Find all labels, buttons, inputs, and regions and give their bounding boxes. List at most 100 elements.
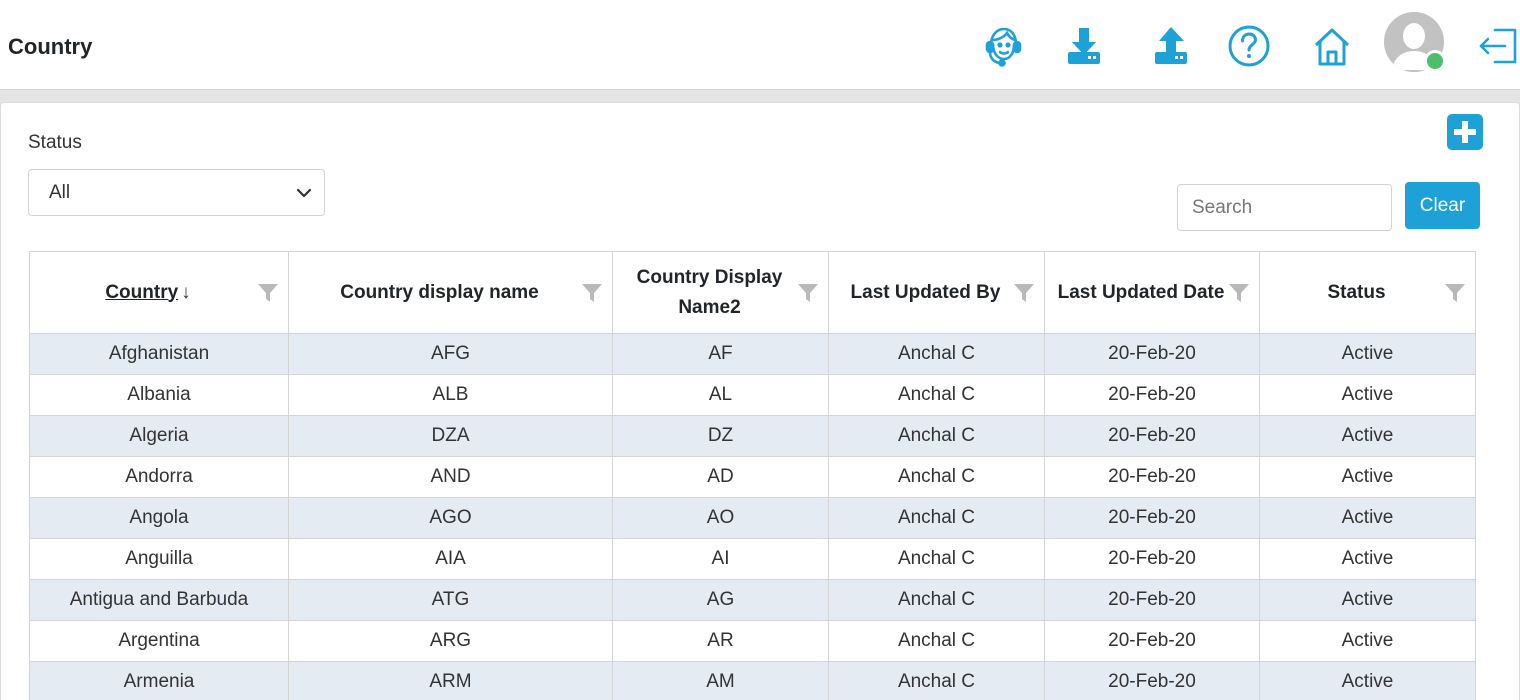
cell-display-name: DZA xyxy=(288,415,613,457)
cell-updated-date: 20-Feb-20 xyxy=(1044,497,1260,539)
cell-display-name: AFG xyxy=(288,333,613,375)
cell-display-name2: AL xyxy=(612,374,829,416)
country-table: Country ↓ Country display name Country Di… xyxy=(29,251,1476,700)
cell-display-name2: AM xyxy=(612,661,829,700)
cell-updated-date: 20-Feb-20 xyxy=(1044,661,1260,700)
cell-country: Antigua and Barbuda xyxy=(29,579,289,621)
cell-display-name2: AO xyxy=(612,497,829,539)
cell-updated-date: 20-Feb-20 xyxy=(1044,538,1260,580)
column-header-status[interactable]: Status xyxy=(1259,251,1476,334)
cell-updated-by: Anchal C xyxy=(828,333,1045,375)
cell-country: Anguilla xyxy=(29,538,289,580)
status-filter-label: Status xyxy=(28,132,82,153)
cell-updated-by: Anchal C xyxy=(828,374,1045,416)
column-header-label: Last Updated Date xyxy=(1057,281,1225,303)
status-filter-value: All xyxy=(49,181,71,203)
sort-descending-icon: ↓ xyxy=(181,281,191,303)
filter-icon[interactable] xyxy=(582,284,602,302)
cell-updated-date: 20-Feb-20 xyxy=(1044,333,1260,375)
top-header: Country xyxy=(0,0,1520,90)
table-row[interactable]: Antigua and Barbuda ATG AG Anchal C 20-F… xyxy=(29,579,1476,621)
cell-display-name2: AD xyxy=(612,456,829,498)
cell-status: Active xyxy=(1259,497,1476,539)
cell-country: Armenia xyxy=(29,661,289,700)
cell-country: Andorra xyxy=(29,456,289,498)
cell-updated-date: 20-Feb-20 xyxy=(1044,374,1260,416)
cell-updated-date: 20-Feb-20 xyxy=(1044,456,1260,498)
column-header-label[interactable]: Country xyxy=(105,282,178,303)
column-header-last-updated-by[interactable]: Last Updated By xyxy=(828,251,1045,334)
cell-country: Angola xyxy=(29,497,289,539)
add-country-button[interactable] xyxy=(1447,114,1483,150)
upload-icon[interactable] xyxy=(1145,20,1197,72)
cell-updated-by: Anchal C xyxy=(828,538,1045,580)
table-header-row: Country ↓ Country display name Country Di… xyxy=(29,251,1476,334)
cell-display-name: ARG xyxy=(288,620,613,662)
column-header-label: Country display name xyxy=(340,281,539,303)
logout-icon[interactable] xyxy=(1472,20,1520,72)
table-row[interactable]: Angola AGO AO Anchal C 20-Feb-20 Active xyxy=(29,497,1476,539)
cell-display-name2: AI xyxy=(612,538,829,580)
cell-display-name2: AR xyxy=(612,620,829,662)
column-header-country[interactable]: Country ↓ xyxy=(29,251,289,334)
cell-display-name2: AF xyxy=(612,333,829,375)
filter-icon[interactable] xyxy=(1445,284,1465,302)
cell-country: Albania xyxy=(29,374,289,416)
table-row[interactable]: Andorra AND AD Anchal C 20-Feb-20 Active xyxy=(29,456,1476,498)
cell-updated-date: 20-Feb-20 xyxy=(1044,415,1260,457)
cell-updated-by: Anchal C xyxy=(828,661,1045,700)
table-row[interactable]: Algeria DZA DZ Anchal C 20-Feb-20 Active xyxy=(29,415,1476,457)
cell-display-name: AND xyxy=(288,456,613,498)
cell-display-name: ALB xyxy=(288,374,613,416)
column-header-label: Status xyxy=(1327,281,1386,303)
clear-button[interactable]: Clear xyxy=(1405,182,1480,229)
filter-icon[interactable] xyxy=(798,284,818,302)
cell-updated-by: Anchal C xyxy=(828,497,1045,539)
table-row[interactable]: Armenia ARM AM Anchal C 20-Feb-20 Active xyxy=(29,661,1476,700)
cell-display-name: ARM xyxy=(288,661,613,700)
cell-display-name2: AG xyxy=(612,579,829,621)
cell-updated-date: 20-Feb-20 xyxy=(1044,579,1260,621)
cell-updated-by: Anchal C xyxy=(828,579,1045,621)
support-agent-icon[interactable] xyxy=(976,20,1028,72)
cell-status: Active xyxy=(1259,661,1476,700)
cell-status: Active xyxy=(1259,333,1476,375)
cell-updated-by: Anchal C xyxy=(828,456,1045,498)
column-header-last-updated-date[interactable]: Last Updated Date xyxy=(1044,251,1260,334)
cell-country: Afghanistan xyxy=(29,333,289,375)
cell-status: Active xyxy=(1259,579,1476,621)
filter-icon[interactable] xyxy=(1014,284,1034,302)
download-icon[interactable] xyxy=(1058,20,1110,72)
status-filter-select[interactable]: All xyxy=(28,169,325,216)
help-icon[interactable] xyxy=(1223,20,1275,72)
search-input[interactable] xyxy=(1177,184,1392,231)
cell-updated-by: Anchal C xyxy=(828,415,1045,457)
cell-country: Algeria xyxy=(29,415,289,457)
home-icon[interactable] xyxy=(1306,20,1358,72)
cell-updated-date: 20-Feb-20 xyxy=(1044,620,1260,662)
plus-icon xyxy=(1454,121,1476,143)
page-title: Country xyxy=(8,34,93,59)
table-row[interactable]: Albania ALB AL Anchal C 20-Feb-20 Active xyxy=(29,374,1476,416)
cell-status: Active xyxy=(1259,620,1476,662)
cell-status: Active xyxy=(1259,374,1476,416)
cell-status: Active xyxy=(1259,538,1476,580)
column-header-country-display-name[interactable]: Country display name xyxy=(288,251,613,334)
cell-status: Active xyxy=(1259,415,1476,457)
chevron-down-icon xyxy=(296,188,312,198)
cell-display-name: ATG xyxy=(288,579,613,621)
online-status-indicator xyxy=(1424,50,1446,72)
table-row[interactable]: Anguilla AIA AI Anchal C 20-Feb-20 Activ… xyxy=(29,538,1476,580)
cell-display-name: AGO xyxy=(288,497,613,539)
cell-updated-by: Anchal C xyxy=(828,620,1045,662)
table-row[interactable]: Argentina ARG AR Anchal C 20-Feb-20 Acti… xyxy=(29,620,1476,662)
table-row[interactable]: Afghanistan AFG AF Anchal C 20-Feb-20 Ac… xyxy=(29,333,1476,375)
cell-display-name2: DZ xyxy=(612,415,829,457)
filter-icon[interactable] xyxy=(258,284,278,302)
column-header-country-display-name2[interactable]: Country Display Name2 xyxy=(612,251,829,334)
cell-country: Argentina xyxy=(29,620,289,662)
column-header-label: Country Display Name2 xyxy=(636,266,783,318)
column-header-label: Last Updated By xyxy=(850,281,1001,303)
cell-status: Active xyxy=(1259,456,1476,498)
filter-icon[interactable] xyxy=(1229,284,1249,302)
